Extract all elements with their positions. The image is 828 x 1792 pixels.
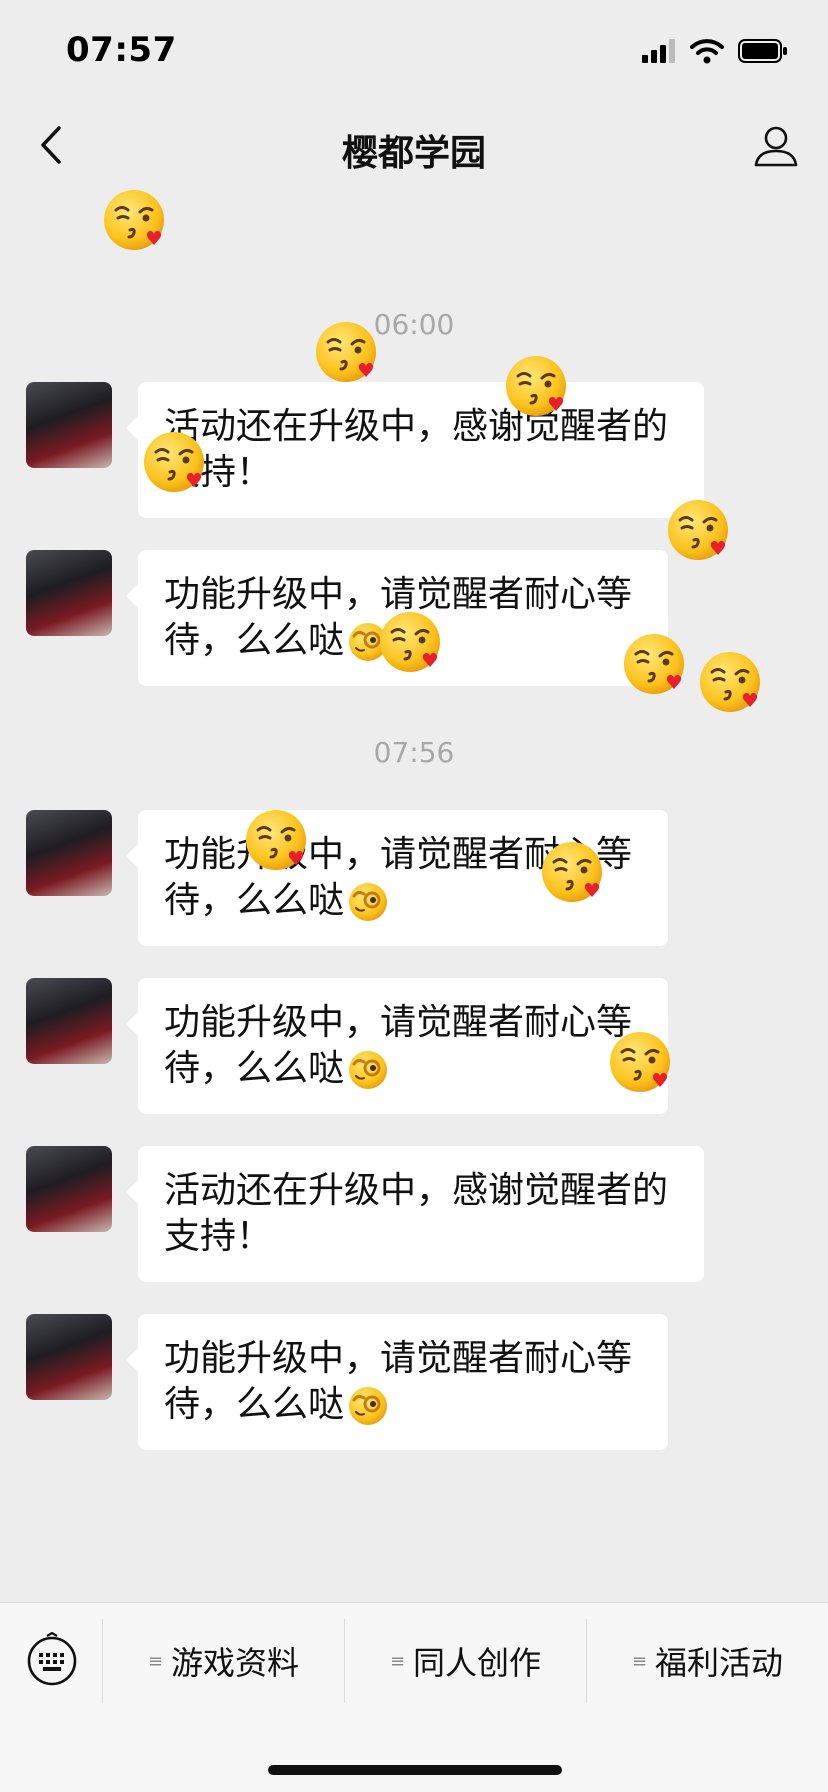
message-text-line-2: 待，么么哒 [164,1382,642,1428]
timestamp: 06:00 [373,308,455,341]
message-bubble[interactable]: 活动还在升级中，感谢觉醒者的 支持！ [126,1146,704,1282]
avatar[interactable] [26,382,112,468]
person-icon [754,126,798,167]
ok-hand-face-icon [347,1385,389,1427]
message-text-line-2: 待，么么哒 [164,1046,642,1092]
bottom-menu: ≡ 游戏资料 ≡ 同人创作 ≡ 福利活动 [0,1602,828,1792]
status-icons [642,38,788,68]
message-bubble[interactable]: 功能升级中，请觉醒者耐心等 待，么么哒 [126,978,668,1114]
message-text-line: 待，么么哒 [164,620,345,661]
avatar[interactable] [26,810,112,896]
message-text-line: 功能升级中，请觉醒者耐心等 [164,1338,633,1379]
menu-item-welfare-events[interactable]: ≡ 福利活动 [587,1619,828,1703]
message-text-line: 待，么么哒 [164,1384,345,1425]
wifi-icon [690,38,724,68]
message-text-line: 支持！ [164,1216,273,1257]
message-bubble[interactable]: 功能升级中，请觉醒者耐心等 待，么么哒 [126,810,668,946]
face-blowing-kiss-icon [698,650,762,714]
face-blowing-kiss-icon [102,188,166,252]
message-text-line-2: 待，么么哒 [164,618,642,664]
status-bar: 07:57 [0,0,828,100]
message-bubble[interactable]: 活动还在升级中，感谢觉醒者的 支持！ [126,382,704,518]
message-text-line: 支持！ [164,452,273,493]
timestamp: 07:56 [373,736,455,769]
message-text-line-2: 待，么么哒 [164,878,642,924]
avatar[interactable] [26,550,112,636]
status-time: 07:57 [66,30,177,70]
menu-icon: ≡ [389,1650,406,1672]
message-text-line: 待，么么哒 [164,1048,345,1089]
message-bubble[interactable]: 功能升级中，请觉醒者耐心等 待，么么哒 [126,1314,668,1450]
cellular-signal-icon [642,39,676,67]
keyboard-icon [27,1632,77,1686]
ok-hand-face-icon [347,881,389,923]
menu-item-label: 福利活动 [655,1644,784,1682]
ok-hand-face-icon [347,1049,389,1091]
battery-icon [738,39,788,67]
message-text-line: 活动还在升级中，感谢觉醒者的 [164,406,669,447]
menu-icon: ≡ [147,1650,164,1672]
menu-item-fan-creation[interactable]: ≡ 同人创作 [345,1619,586,1703]
keyboard-toggle-button[interactable] [24,1631,80,1687]
chat-title: 樱都学园 [341,133,486,174]
message-text-line: 功能升级中，请觉醒者耐心等 [164,1002,633,1043]
message-text-line: 功能升级中，请觉醒者耐心等 [164,834,633,875]
avatar[interactable] [26,978,112,1064]
menu-item-label: 同人创作 [413,1644,542,1682]
avatar[interactable] [26,1314,112,1400]
message-text-line: 功能升级中，请觉醒者耐心等 [164,574,633,615]
message-text-line: 活动还在升级中，感谢觉醒者的 [164,1170,669,1211]
menu-item-game-info[interactable]: ≡ 游戏资料 [103,1619,344,1703]
message-text-line: 待，么么哒 [164,880,345,921]
nav-bar: 樱都学园 [0,100,828,192]
avatar[interactable] [26,1146,112,1232]
menu-icon: ≡ [631,1650,648,1672]
menu-item-label: 游戏资料 [171,1644,300,1682]
home-indicator[interactable] [268,1765,562,1775]
ok-hand-face-icon [347,621,389,663]
message-bubble[interactable]: 功能升级中，请觉醒者耐心等 待，么么哒 [126,550,668,686]
profile-button[interactable] [748,118,804,174]
